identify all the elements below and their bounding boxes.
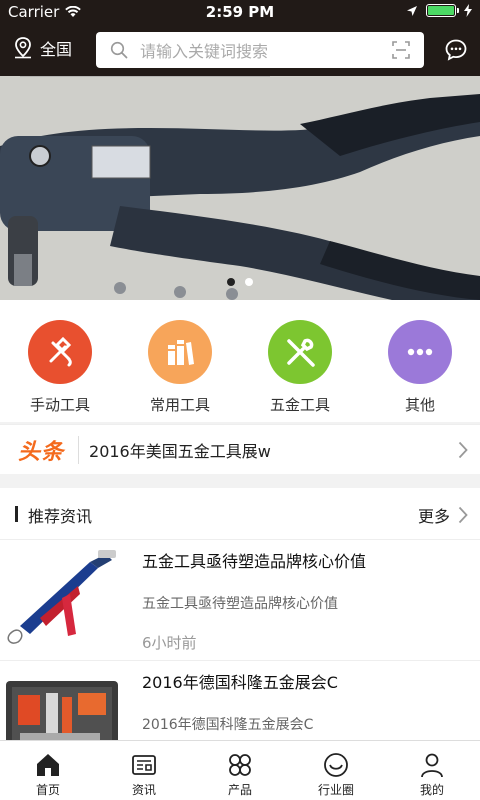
status-bar: Carrier 2:59 PM [0,0,480,24]
news-list: 五金工具亟待塑造品牌核心价值 五金工具亟待塑造品牌核心价值 6小时前 2016年… [0,540,480,740]
scan-icon[interactable] [392,41,410,59]
news-icon [132,755,156,775]
tab-item[interactable]: 产品 [192,741,288,800]
more-link[interactable]: 更多 [418,503,450,527]
chevron-right-icon[interactable] [458,506,468,524]
circle-face-icon [324,753,348,777]
book-stack-icon [148,320,212,384]
search-icon [110,41,128,59]
category-label: 常用工具 [149,396,210,414]
more-dots-icon [388,320,452,384]
section-marker [15,506,18,522]
charging-bolt-icon [464,4,472,17]
headline-divider [78,435,80,464]
news-desc: 五金工具亟待塑造品牌核心价值 [142,596,338,612]
user-icon [421,753,443,778]
news-section-header: 推荐资讯 更多 [0,488,480,540]
tab-label: 资讯 [131,783,156,797]
tab-item[interactable]: 我的 [384,741,480,800]
category-label: 手动工具 [29,396,90,414]
news-title: 五金工具亟待塑造品牌核心价值 [142,552,367,571]
tab-item[interactable]: 资讯 [96,741,192,800]
toolkit-thumbnail [0,667,128,740]
news-title: 2016年德国科隆五金展会C [142,673,338,692]
chevron-right-icon [458,441,468,459]
tab-label: 行业圈 [317,783,354,797]
location-arrow-icon [407,5,417,16]
message-icon[interactable] [444,38,468,62]
region-label: 全国 [40,40,73,59]
location-pin-icon [15,37,31,59]
news-time: 6小时前 [142,634,197,652]
news-desc: 2016年德国科隆五金展会C [142,717,314,733]
category-label: 五金工具 [269,396,330,414]
news-item[interactable]: 2016年德国科隆五金展会C 2016年德国科隆五金展会C [0,661,480,740]
news-item[interactable]: 五金工具亟待塑造品牌核心价值 五金工具亟待塑造品牌核心价值 6小时前 [0,540,480,661]
home-icon [37,754,59,776]
category-item[interactable]: 常用工具 [120,300,240,422]
category-item[interactable]: 手动工具 [0,300,120,422]
banner-carousel[interactable] [0,76,480,300]
battery-icon [426,4,459,17]
category-grid: 手动工具 常用工具 五金工具 其他 [0,300,480,422]
headline-ticker[interactable]: 头条 2016年美国五金工具展w [0,424,480,474]
search-placeholder: 请输入关键词搜索 [140,42,269,61]
search-input[interactable]: 请输入关键词搜索 [96,32,424,68]
headline-text: 2016年美国五金工具展w [89,441,271,461]
tab-label: 首页 [35,783,60,797]
region-selector[interactable]: 全国 [12,36,72,60]
category-label: 其他 [404,396,435,414]
rivet-tool-image [0,76,480,300]
bottom-tab-bar: 首页 资讯 产品 行业圈 我的 [0,740,480,800]
tab-item[interactable]: 行业圈 [288,741,384,800]
category-item[interactable]: 其他 [360,300,480,422]
category-item[interactable]: 五金工具 [240,300,360,422]
news-section-title: 推荐资讯 [28,507,93,526]
battery-fill [428,6,454,15]
products-icon [229,754,251,776]
tab-item[interactable]: 首页 [0,741,96,800]
tab-label: 产品 [227,783,252,797]
carousel-dot[interactable] [245,278,253,286]
headline-tag: 头条 [18,439,65,465]
tab-label: 我的 [419,783,444,797]
carousel-dots [0,278,480,286]
tools-icon [268,320,332,384]
top-header: 全国 请输入关键词搜索 [0,24,480,76]
hammer-wrench-icon [28,320,92,384]
rivet-gun-thumbnail [0,546,128,654]
carousel-dot[interactable] [227,278,235,286]
